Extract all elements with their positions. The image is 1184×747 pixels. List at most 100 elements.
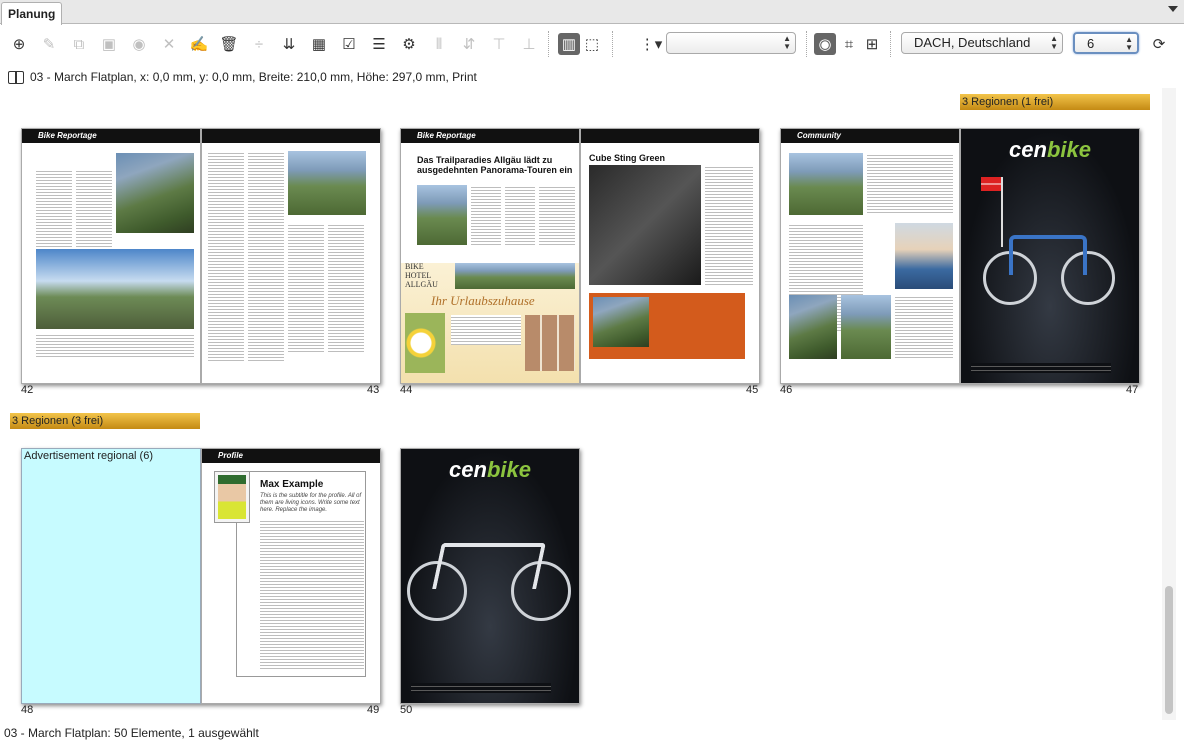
delete-x-icon[interactable]: ✕ — [158, 33, 180, 55]
page-number-45: 45 — [746, 384, 759, 396]
select-arrows-icon: ▲ ▼ — [1125, 35, 1133, 52]
scrollbar-thumb[interactable] — [1165, 586, 1173, 714]
region-bar-row1[interactable]: 3 Regionen (1 frei) — [960, 94, 1150, 110]
hotel-ad: BIKE HOTEL ALLGÄU Ihr Urlaubszuhause — [401, 262, 579, 383]
spread-42-43[interactable]: Bike Reportage — [21, 128, 381, 384]
merge-icon[interactable]: ⇊ — [278, 33, 300, 55]
photo-biker-meadow — [789, 153, 863, 215]
single-view-icon[interactable]: ⬚ — [581, 33, 603, 55]
crop-icon[interactable]: ⌗ — [838, 33, 860, 55]
ad-footer-text — [411, 683, 551, 693]
text-column — [288, 223, 324, 353]
toolbar: ⊕ ✎ ⧉ ▣ ◉ ✕ ✍ 🗑 ÷ ⇊ ▦ ☑ ☰ ⚙ ⫴ ⇵ ⊤ ⊥ ▥ ⬚ … — [0, 25, 1184, 63]
page-44[interactable]: Bike Reportage Das Trailparadies Allgäu … — [400, 128, 580, 384]
photo-rider-bridge — [36, 249, 194, 329]
region-select[interactable]: DACH, Deutschland ▲ ▼ — [901, 32, 1063, 54]
flower-photo — [405, 313, 445, 373]
trash-icon[interactable]: 🗑 — [218, 33, 240, 55]
hotel-slogan: Ihr Urlaubszuhause — [431, 293, 535, 308]
page-number-49: 49 — [367, 704, 380, 716]
count-select-value: 6 — [1087, 36, 1095, 51]
list-icon[interactable]: ☰ — [368, 33, 390, 55]
photo-bike-frame — [589, 165, 701, 285]
ad-logo-cen: cen — [1009, 137, 1047, 162]
advertisement-regional-slot[interactable]: Advertisement regional (6) — [21, 448, 201, 704]
page-47-ad[interactable]: cenbike — [960, 128, 1140, 384]
spread-view-icon[interactable]: ▥ — [558, 33, 580, 55]
article-headline: Das Trailparadies Allgäu lädt zu ausgede… — [417, 155, 573, 176]
align-left-icon[interactable]: ⫴ — [428, 33, 450, 55]
tab-menu-icon[interactable] — [1168, 6, 1178, 12]
page-50-ad[interactable]: cenbike — [400, 448, 580, 704]
photo-person — [895, 223, 953, 289]
toolbar-separator — [612, 31, 613, 57]
gear-icon[interactable]: ⚙ — [398, 33, 420, 55]
photo-trail — [593, 297, 649, 347]
select-arrows-icon: ▲ ▼ — [783, 34, 791, 51]
split-icon[interactable]: ÷ — [248, 33, 270, 55]
region-bar-row2[interactable]: 3 Regionen (3 frei) — [10, 413, 200, 429]
hierarchy-icon[interactable]: ⊞ — [861, 33, 883, 55]
checkbox-icon[interactable]: ☑ — [338, 33, 360, 55]
text-column — [451, 315, 521, 345]
text-column — [260, 519, 364, 669]
grid-icon[interactable]: ▦ — [308, 33, 330, 55]
status-bar-text: 03 - March Flatplan: 50 Elemente, 1 ausg… — [4, 726, 259, 740]
page-45[interactable]: Cube Sting Green — [580, 128, 760, 384]
page-number-48: 48 — [21, 704, 34, 716]
ad-footer-text — [971, 363, 1111, 373]
filter-select[interactable]: ▲ ▼ — [666, 32, 796, 54]
filter-icon[interactable]: ⋮▾ — [640, 33, 663, 55]
edit-icon[interactable]: ✎ — [38, 33, 60, 55]
sign-icon[interactable]: ✍ — [188, 33, 210, 55]
bike-flag — [981, 177, 1001, 191]
bike-frame — [1009, 235, 1087, 275]
bike-flag-pole — [1001, 177, 1003, 247]
refresh-icon[interactable]: ⟳ — [1148, 33, 1170, 55]
page-43[interactable] — [201, 128, 381, 384]
text-column — [705, 165, 753, 285]
hotel-photo — [455, 263, 575, 289]
hotel-photo-grid — [525, 315, 575, 371]
page-number-50: 50 — [400, 704, 413, 716]
photo-bikers — [116, 153, 194, 233]
flatplan-canvas[interactable]: 3 Regionen (1 frei) Bike Reportage 42 43… — [0, 88, 1160, 720]
page-number-46: 46 — [780, 384, 793, 396]
count-select[interactable]: 6 ▲ ▼ — [1073, 32, 1139, 54]
photo-mountain — [288, 151, 366, 215]
hotel-ad-title: BIKE HOTEL ALLGÄU — [405, 262, 438, 289]
page-49[interactable]: Profile Max Example This is the subtitle… — [201, 448, 381, 704]
text-column — [471, 185, 501, 245]
page-number-42: 42 — [21, 384, 34, 396]
page-46[interactable]: Community — [780, 128, 960, 384]
add-icon[interactable]: ⊕ — [8, 33, 30, 55]
copy-icon[interactable]: ⧉ — [68, 33, 90, 55]
page-header-bar — [581, 129, 759, 143]
page-42[interactable]: Bike Reportage — [21, 128, 201, 384]
region-select-value: DACH, Deutschland — [914, 35, 1031, 50]
spread-48-49[interactable]: Advertisement regional (6) Profile Max E… — [21, 448, 381, 704]
eye-icon[interactable]: ◉ — [128, 33, 150, 55]
text-column — [328, 223, 364, 353]
ad-logo-cen: cen — [449, 457, 487, 482]
align-bottom-icon[interactable]: ⊥ — [518, 33, 540, 55]
align-center-icon[interactable]: ⇵ — [458, 33, 480, 55]
view-eye-icon[interactable]: ◉ — [814, 33, 836, 55]
ad-logo: cenbike — [401, 457, 579, 483]
save-icon[interactable]: ▣ — [98, 33, 120, 55]
ad-logo: cenbike — [961, 137, 1139, 163]
page-header-text: Bike Reportage — [38, 131, 97, 140]
profile-subtitle: This is the subtitle for the profile. Al… — [260, 493, 362, 514]
advertisement-regional-label: Advertisement regional (6) — [24, 450, 154, 462]
spread-50[interactable]: cenbike — [400, 448, 580, 704]
page-number-43: 43 — [367, 384, 380, 396]
spread-44-45[interactable]: Bike Reportage Das Trailparadies Allgäu … — [400, 128, 760, 384]
app-window: Planung ⊕ ✎ ⧉ ▣ ◉ ✕ ✍ 🗑 ÷ ⇊ ▦ ☑ ☰ ⚙ ⫴ ⇵ … — [0, 0, 1184, 747]
page-header-bar — [202, 129, 380, 143]
align-top-icon[interactable]: ⊤ — [488, 33, 510, 55]
tab-bar: Planung — [0, 0, 1184, 25]
profile-photo-frame — [214, 471, 250, 523]
spread-46-47[interactable]: Community cenbike — [780, 128, 1140, 384]
vertical-scrollbar[interactable] — [1162, 88, 1176, 720]
tab-planung[interactable]: Planung — [1, 2, 63, 25]
